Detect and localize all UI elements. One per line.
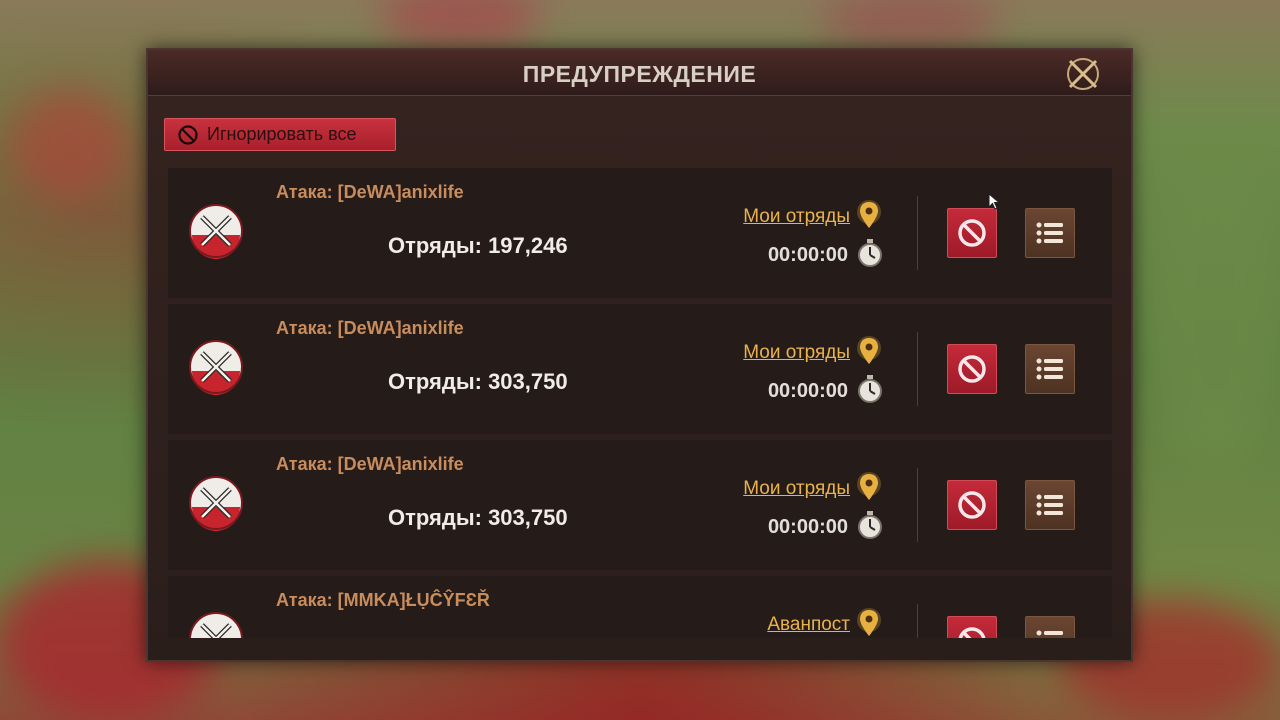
ban-icon xyxy=(958,219,986,247)
attack-row: Атака: [DeWA]anixlife Отряды: 197,246 Мо… xyxy=(168,168,1112,298)
arrival-timer: 00:00:00 xyxy=(767,244,848,266)
crossed-swords-attack-icon xyxy=(189,612,243,638)
list-icon xyxy=(1036,222,1063,244)
attack-row: Атака: [DeWA]anixlife Отряды: 303,750 Мо… xyxy=(168,304,1112,434)
ban-icon xyxy=(958,355,986,383)
ignore-button[interactable] xyxy=(947,480,997,530)
attack-row: Атака: [MMKA]ŁỤĈŶFƐŘ Аванпост xyxy=(168,576,1112,638)
location-pin-icon[interactable] xyxy=(856,608,882,638)
details-button[interactable] xyxy=(1025,344,1075,394)
details-button[interactable] xyxy=(1025,616,1075,638)
list-icon xyxy=(1036,630,1063,636)
dialog-title: ПРЕДУПРЕЖДЕНИЕ xyxy=(522,61,757,87)
troop-count: Отряды: 303,750 xyxy=(388,505,568,530)
details-button[interactable] xyxy=(1025,208,1075,258)
ignore-all-label: Игнорировать все xyxy=(207,124,357,144)
ignore-all-button[interactable]: Игнорировать все xyxy=(164,118,396,151)
ban-icon xyxy=(958,491,986,519)
attacker-name: Атака: [DeWA]anixlife xyxy=(276,454,464,474)
arrival-timer: 00:00:00 xyxy=(767,516,848,538)
warning-dialog: ПРЕДУПРЕЖДЕНИЕ Игнорировать все Атака: [… xyxy=(146,48,1133,662)
location-pin-icon[interactable] xyxy=(856,200,882,232)
ban-icon xyxy=(178,124,198,145)
attacker-name: Атака: [MMKA]ŁỤĈŶFƐŘ xyxy=(276,590,490,610)
row-divider xyxy=(917,468,918,542)
attack-row: Атака: [DeWA]anixlife Отряды: 303,750 Мо… xyxy=(168,440,1112,570)
stopwatch-icon xyxy=(858,375,882,403)
list-icon xyxy=(1036,358,1063,380)
stopwatch-icon xyxy=(858,511,882,539)
row-divider xyxy=(917,196,918,270)
attacker-name: Атака: [DeWA]anixlife xyxy=(276,318,464,338)
background-blob xyxy=(820,0,1000,50)
location-pin-icon[interactable] xyxy=(856,472,882,504)
mouse-cursor-icon xyxy=(988,193,1001,210)
background-blob xyxy=(380,0,540,50)
crossed-swords-close-icon xyxy=(1067,58,1099,90)
ignore-button[interactable] xyxy=(947,208,997,258)
troop-count: Отряды: 303,750 xyxy=(388,369,568,394)
dialog-header: ПРЕДУПРЕЖДЕНИЕ xyxy=(148,50,1131,96)
target-link[interactable]: Мои отряды xyxy=(743,478,850,500)
target-link[interactable]: Мои отряды xyxy=(743,206,850,228)
background-blob xyxy=(1150,150,1280,470)
ignore-button[interactable] xyxy=(947,344,997,394)
attack-list[interactable]: Атака: [DeWA]anixlife Отряды: 197,246 Мо… xyxy=(168,168,1112,638)
background-blob xyxy=(10,90,130,200)
attacker-name: Атака: [DeWA]anixlife xyxy=(276,182,464,202)
ban-icon xyxy=(958,627,986,638)
target-link[interactable]: Мои отряды xyxy=(743,342,850,364)
stopwatch-icon xyxy=(858,239,882,267)
list-icon xyxy=(1036,494,1063,516)
crossed-swords-attack-icon xyxy=(189,340,243,395)
troop-count: Отряды: 197,246 xyxy=(388,233,568,258)
close-button[interactable] xyxy=(1063,54,1103,94)
arrival-timer: 00:00:00 xyxy=(767,380,848,402)
crossed-swords-attack-icon xyxy=(189,204,243,259)
crossed-swords-attack-icon xyxy=(189,476,243,531)
row-divider xyxy=(917,604,918,638)
target-link[interactable]: Аванпост xyxy=(767,614,850,636)
row-divider xyxy=(917,332,918,406)
details-button[interactable] xyxy=(1025,480,1075,530)
ignore-button[interactable] xyxy=(947,616,997,638)
location-pin-icon[interactable] xyxy=(856,336,882,368)
